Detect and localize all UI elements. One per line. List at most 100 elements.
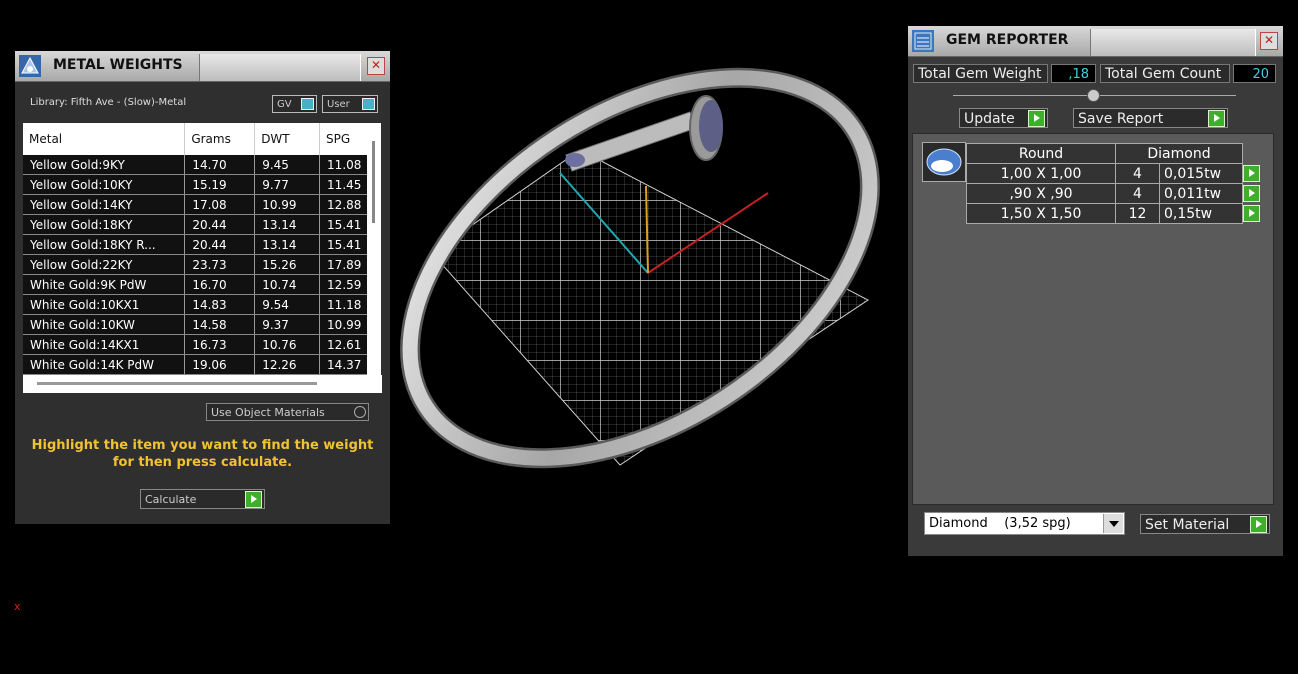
metal-close-icon[interactable]: ✕ <box>367 57 385 75</box>
calculate-label: Calculate <box>145 493 197 506</box>
cell-dwt: 12.26 <box>254 354 321 375</box>
cell-dwt: 13.14 <box>254 214 321 235</box>
save-report-button[interactable]: Save Report <box>1073 108 1228 128</box>
material-select[interactable]: Diamond (3,52 spg) <box>924 512 1125 535</box>
cell-metal: Yellow Gold:22KY <box>23 254 186 275</box>
cell-grams: 15.19 <box>184 174 256 195</box>
cell-spg: 14.37 <box>319 354 374 375</box>
cell-grams: 23.73 <box>184 254 256 275</box>
set-material-button[interactable]: Set Material <box>1140 514 1270 534</box>
table-row[interactable]: Yellow Gold:18KY R... 20.44 13.14 15.41 <box>23 234 374 255</box>
gem-table[interactable]: Round Diamond 1,00 X 1,00 4 0,015tw ,90 … <box>966 143 1264 224</box>
gem-close-icon[interactable]: ✕ <box>1260 32 1278 50</box>
table-row[interactable]: Yellow Gold:14KY 17.08 10.99 12.88 <box>23 194 374 215</box>
cell-dwt: 10.76 <box>254 334 321 355</box>
calculate-button[interactable]: Calculate <box>140 489 265 509</box>
table-row[interactable]: ,90 X ,90 4 0,011tw <box>966 183 1264 204</box>
cell-grams: 19.06 <box>184 354 256 375</box>
table-row[interactable]: 1,50 X 1,50 12 0,15tw <box>966 203 1264 224</box>
table-row[interactable]: Yellow Gold:9KY 14.70 9.45 11.08 <box>23 155 374 175</box>
cell-metal: White Gold:10KX1 <box>23 294 186 315</box>
header-spacer <box>1243 144 1264 164</box>
gem-shape-header: Round <box>966 143 1116 164</box>
table-row[interactable]: 1,00 X 1,00 4 0,015tw <box>966 163 1264 184</box>
cell-grams: 14.83 <box>184 294 256 315</box>
cell-grams: 20.44 <box>184 234 256 255</box>
gem-weight: 0,15tw <box>1159 203 1243 224</box>
cell-metal: White Gold:9K PdW <box>23 274 186 295</box>
col-header-dwt[interactable]: DWT <box>254 123 321 155</box>
gem-count: 12 <box>1115 203 1160 224</box>
row-action-button[interactable] <box>1243 204 1264 224</box>
gv-toggle-knob <box>301 98 314 110</box>
cell-metal: Yellow Gold:14KY <box>23 194 186 215</box>
table-row[interactable]: White Gold:14K PdW 19.06 12.26 14.37 <box>23 354 374 375</box>
play-arrow-icon <box>1208 110 1225 127</box>
row-action-button[interactable] <box>1243 184 1264 204</box>
cell-spg: 17.89 <box>319 254 374 275</box>
gem-title-tab <box>1090 29 1256 56</box>
cell-spg: 11.08 <box>319 155 374 175</box>
metal-titlebar[interactable]: METAL WEIGHTS ✕ <box>15 51 390 82</box>
gem-count: 4 <box>1115 163 1160 184</box>
row-action-button[interactable] <box>1243 164 1264 184</box>
chevron-down-icon[interactable] <box>1103 514 1123 533</box>
cell-metal: White Gold:14K PdW <box>23 354 186 375</box>
gem-panel-title: GEM REPORTER <box>946 32 1069 48</box>
col-header-spg[interactable]: SPG <box>319 123 374 155</box>
axis-x-label: x <box>14 600 21 613</box>
table-row[interactable]: White Gold:9K PdW 16.70 10.74 12.59 <box>23 274 374 295</box>
slider-handle[interactable] <box>1087 89 1100 102</box>
vscroll-thumb[interactable] <box>372 141 375 223</box>
use-object-materials-label: Use Object Materials <box>211 406 325 419</box>
metal-panel-title: METAL WEIGHTS <box>53 57 183 73</box>
metal-app-icon <box>19 55 41 77</box>
cell-dwt: 13.14 <box>254 234 321 255</box>
cell-spg: 12.88 <box>319 194 374 215</box>
set-material-label: Set Material <box>1145 517 1230 533</box>
metal-table[interactable]: Metal Grams DWT SPG Yellow Gold:9KY 14.70… <box>23 123 374 393</box>
play-arrow-icon <box>1243 184 1260 202</box>
gem-app-icon <box>912 30 934 52</box>
cell-dwt: 9.54 <box>254 294 321 315</box>
metal-table-vscroll[interactable] <box>367 123 381 375</box>
table-row[interactable]: Yellow Gold:18KY 20.44 13.14 15.41 <box>23 214 374 235</box>
cell-dwt: 9.77 <box>254 174 321 195</box>
cell-metal: White Gold:14KX1 <box>23 334 186 355</box>
play-arrow-icon <box>245 491 262 508</box>
use-object-materials-toggle[interactable]: Use Object Materials <box>206 403 369 421</box>
col-header-grams[interactable]: Grams <box>184 123 256 155</box>
cell-spg: 15.41 <box>319 214 374 235</box>
table-row[interactable]: White Gold:14KX1 16.73 10.76 12.61 <box>23 334 374 355</box>
table-row[interactable]: White Gold:10KW 14.58 9.37 10.99 <box>23 314 374 335</box>
gem-weight: 0,011tw <box>1159 183 1243 204</box>
user-toggle[interactable]: User <box>322 95 378 113</box>
table-row[interactable]: Yellow Gold:22KY 23.73 15.26 17.89 <box>23 254 374 275</box>
gem-count: 4 <box>1115 183 1160 204</box>
total-gem-weight-value: ,18 <box>1051 64 1096 83</box>
update-button[interactable]: Update <box>959 108 1048 128</box>
gem-titlebar[interactable]: GEM REPORTER ✕ <box>908 26 1283 57</box>
cell-grams: 20.44 <box>184 214 256 235</box>
library-label: Library: Fifth Ave - (Slow)-Metal <box>30 97 187 108</box>
cell-grams: 16.73 <box>184 334 256 355</box>
gem-reporter-panel: GEM REPORTER ✕ Total Gem Weight ,18 Tota… <box>908 26 1283 556</box>
cell-dwt: 9.45 <box>254 155 321 175</box>
round-gem-thumbnail[interactable] <box>922 142 966 182</box>
hscroll-thumb[interactable] <box>37 382 317 385</box>
cell-metal: Yellow Gold:9KY <box>23 155 186 175</box>
play-arrow-icon <box>1243 204 1260 222</box>
user-toggle-knob <box>362 98 375 110</box>
metal-table-hscroll[interactable] <box>23 375 382 393</box>
table-row[interactable]: White Gold:10KX1 14.83 9.54 11.18 <box>23 294 374 315</box>
gv-toggle[interactable]: GV <box>272 95 317 113</box>
table-row[interactable]: Yellow Gold:10KY 15.19 9.77 11.45 <box>23 174 374 195</box>
col-header-metal[interactable]: Metal <box>23 123 186 155</box>
save-report-label: Save Report <box>1078 111 1164 127</box>
round-gem-icon <box>926 148 962 176</box>
update-label: Update <box>964 111 1015 127</box>
cell-spg: 15.41 <box>319 234 374 255</box>
cell-spg: 11.45 <box>319 174 374 195</box>
gem-size: 1,00 X 1,00 <box>966 163 1116 184</box>
cell-dwt: 10.99 <box>254 194 321 215</box>
